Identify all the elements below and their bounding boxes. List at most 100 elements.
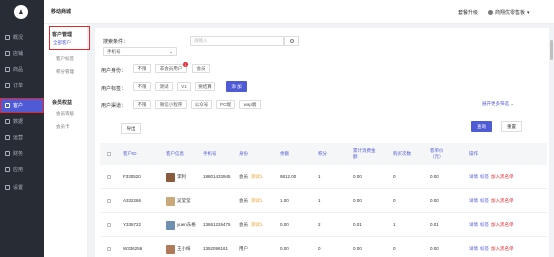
orders-icon	[5, 83, 10, 88]
sidebar-item-store[interactable]: 店铺	[0, 46, 44, 61]
identity-value: 会员	[239, 198, 248, 204]
identity-tag-all[interactable]: 不限	[133, 64, 151, 73]
sidebar-item-goods[interactable]: 商品	[0, 62, 44, 77]
col-header-info: 客户信息	[166, 151, 184, 156]
avatar	[166, 244, 175, 254]
sidebar-item-settings[interactable]: 设置	[0, 180, 44, 195]
detail-link[interactable]: 详情	[469, 222, 478, 228]
submenu-item-member-levels[interactable]: 会员等级	[56, 111, 74, 117]
col-header-balance: 余额	[280, 151, 289, 156]
sidebar-item-overview[interactable]: 概况	[0, 30, 44, 45]
checkbox[interactable]	[107, 175, 111, 179]
tag-link[interactable]: 标签	[480, 198, 489, 204]
settings-icon	[5, 185, 10, 190]
col-header-phone: 手机号	[203, 151, 217, 156]
row-checkbox[interactable]	[107, 237, 111, 257]
user-tag-all[interactable]: 不限	[133, 82, 151, 91]
col-header-points: 积分	[318, 151, 327, 156]
submenu-item-customer-tags[interactable]: 客户标签	[56, 56, 74, 62]
identity-value: 会员	[239, 222, 248, 228]
sidebar-item-data[interactable]: 数据	[0, 114, 44, 129]
checkbox[interactable]	[107, 247, 111, 251]
page-scrollbar[interactable]	[550, 40, 553, 60]
checkbox[interactable]	[107, 223, 111, 227]
app-title: 移动商城	[51, 9, 72, 15]
customer-identity: 用户	[239, 237, 251, 257]
checkbox[interactable]	[107, 152, 111, 156]
customer-phone	[203, 189, 231, 213]
top-header: 移动商城 套餐升级 商翔优零售板 ▾	[44, 0, 554, 24]
finance-icon	[5, 151, 10, 156]
data-icon	[5, 119, 10, 124]
source-tag-pc[interactable]: PC端	[216, 100, 235, 109]
checkbox[interactable]	[107, 199, 111, 203]
source-tag-miniprogram[interactable]: 微信小程序	[155, 100, 187, 109]
sidebar-item-finance[interactable]: 财务	[0, 146, 44, 161]
tag-link[interactable]: 标签	[480, 174, 489, 180]
tag-link[interactable]: 标签	[480, 246, 489, 252]
submenu-item-member-card[interactable]: 会员卡	[56, 124, 70, 130]
user-tag-test[interactable]: 测试	[155, 82, 173, 91]
blacklist-link[interactable]: 加入黑名单	[491, 198, 514, 204]
user-tag-v1[interactable]: V1	[177, 82, 191, 91]
expand-filters-link[interactable]: 展开更多筛选 ⌄	[482, 101, 514, 107]
customer-balance: 0.00	[280, 222, 289, 228]
avatar	[166, 172, 175, 182]
identity-value: 会员	[239, 174, 248, 180]
sidebar-item-marketing[interactable]: 运营	[0, 130, 44, 145]
customer-info[interactable]: 王小绮	[166, 237, 191, 257]
table-row: Y336722 yuen东格 13861226475 会员 测试1 0.00 2 …	[100, 213, 547, 237]
blacklist-link[interactable]: 加入黑名单	[491, 222, 514, 228]
sidebar-item-label: 概况	[13, 35, 24, 41]
search-type-select[interactable]: 手机号 ⌄	[103, 47, 177, 56]
customer-info[interactable]: 吴莹莹	[166, 189, 191, 213]
customer-balance: 1.00	[280, 198, 289, 204]
chevron-down-icon: ⌄	[169, 48, 173, 54]
customer-info[interactable]: yuen东格	[166, 213, 196, 237]
select-all-checkbox[interactable]	[107, 143, 111, 165]
customer-identity: 会员 测试1	[239, 189, 263, 213]
source-tag-official-account[interactable]: 公众号	[191, 100, 212, 109]
submenu-item-points[interactable]: 积分管理	[56, 69, 74, 75]
sidebar-item-orders[interactable]: 订单	[0, 78, 44, 93]
row-checkbox[interactable]	[107, 213, 111, 237]
user-source-filter-label: 用户渠道：	[101, 103, 127, 109]
row-checkbox[interactable]	[107, 165, 111, 189]
query-button[interactable]: 查询	[471, 121, 492, 132]
sidebar-item-customers[interactable]: 客户	[0, 98, 44, 113]
goods-icon	[5, 67, 10, 72]
upgrade-link[interactable]: 套餐升级	[458, 9, 478, 16]
tag-link[interactable]: 标签	[480, 222, 489, 228]
detail-link[interactable]: 详情	[469, 174, 478, 180]
customer-phone: 1352096161	[203, 246, 229, 252]
marketing-icon	[5, 135, 10, 140]
search-button[interactable]	[284, 36, 299, 46]
source-tag-wap[interactable]: wap端	[239, 100, 261, 109]
export-button[interactable]: 导出	[121, 123, 141, 134]
submenu-highlight-box	[49, 26, 90, 50]
avatar	[488, 10, 493, 15]
customer-info[interactable]: 李利	[166, 165, 186, 189]
customers-icon	[5, 103, 10, 108]
customer-name: yuen东格	[177, 222, 196, 228]
detail-link[interactable]: 详情	[469, 198, 478, 204]
blacklist-link[interactable]: 加入黑名单	[491, 174, 514, 180]
sidebar-item-apps[interactable]: 应用	[0, 162, 44, 177]
detail-link[interactable]: 详情	[469, 246, 478, 252]
add-tag-button[interactable]: 添 加	[226, 81, 247, 92]
customer-points: 1	[318, 198, 321, 204]
source-tag-all[interactable]: 不限	[133, 100, 151, 109]
search-placeholder: 请输入	[194, 38, 208, 43]
blacklist-link[interactable]: 加入黑名单	[491, 246, 514, 252]
row-checkbox[interactable]	[107, 189, 111, 213]
user-tag-settle[interactable]: 要结算	[195, 82, 215, 91]
search-condition-label: 搜索条件：	[103, 39, 129, 45]
search-input[interactable]: 请输入	[190, 36, 284, 46]
shop-switcher[interactable]: 商翔优零售板 ▾	[488, 9, 530, 16]
overview-icon	[5, 35, 10, 40]
identity-tag-member[interactable]: 会员	[192, 64, 210, 73]
customer-order-count: 0	[393, 246, 396, 252]
reset-button[interactable]: 重置	[501, 121, 522, 132]
identity-tag-non-member[interactable]: 非会员用户 1	[155, 62, 188, 73]
app-logo[interactable]: ♟	[14, 5, 28, 19]
